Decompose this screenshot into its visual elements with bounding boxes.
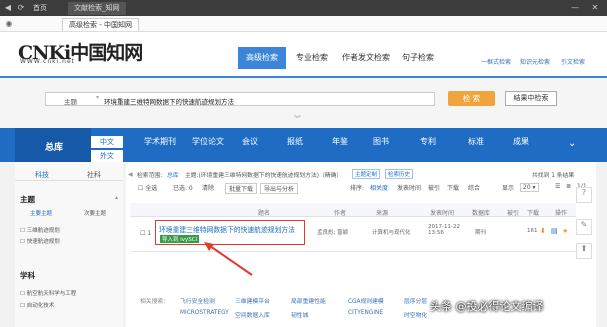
related-item[interactable]: CITYENGINE [348,310,383,316]
related-item[interactable]: CGA规则建模 [348,296,384,305]
related-item[interactable]: 空间数据入库 [235,310,270,319]
related-label: 相关搜索: [140,299,166,305]
related-item[interactable]: 层序分层 [404,296,427,305]
related-item[interactable]: 局部重建性能 [291,296,326,305]
watermark-text: 头条 @投必得论文编译 [430,300,544,313]
related-item[interactable]: 飞行安全检测 [180,296,215,305]
related-item[interactable]: 三维建模平台 [235,296,270,305]
annotation-arrow [204,242,253,276]
related-item[interactable]: 韧性城 [291,310,308,319]
related-item[interactable]: MICROSTRATEGY [180,310,229,316]
related-item[interactable]: 时空物化 [404,310,427,319]
